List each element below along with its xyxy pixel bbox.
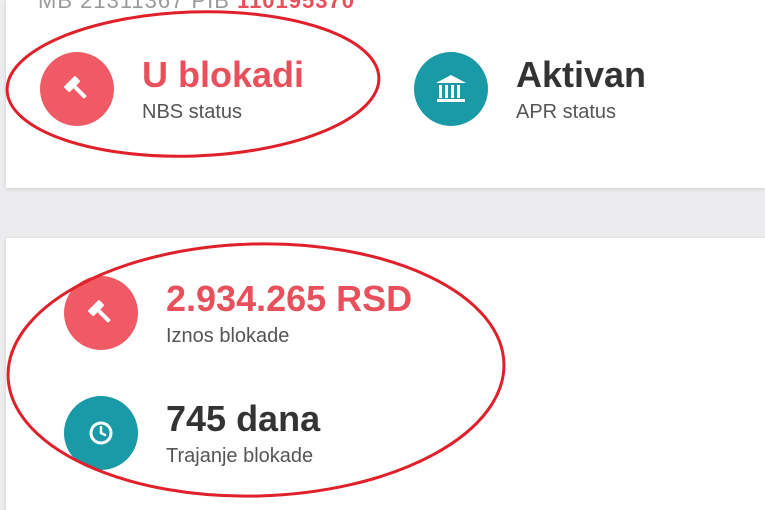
gavel-icon bbox=[40, 52, 114, 126]
tax-id: 110195370 bbox=[237, 0, 355, 13]
apr-status: Aktivan APR status bbox=[414, 52, 646, 126]
blockade-duration: 745 dana Trajanje blokade bbox=[64, 396, 320, 470]
blockade-amount-value: 2.934.265 RSD bbox=[166, 277, 413, 319]
apr-status-label: APR status bbox=[516, 100, 617, 123]
company-status-card: MB 21311367 PIB 110195370 U blokadi NBS … bbox=[6, 0, 765, 188]
nbs-status-value: U blokadi bbox=[142, 53, 305, 95]
clock-icon bbox=[64, 396, 138, 470]
blockade-duration-label: Trajanje blokade bbox=[166, 444, 314, 467]
blockade-amount: 2.934.265 RSD Iznos blokade bbox=[64, 276, 412, 350]
nbs-status: U blokadi NBS status bbox=[40, 52, 304, 126]
gavel-icon bbox=[64, 276, 138, 350]
bank-icon bbox=[414, 52, 488, 126]
nbs-status-label: NBS status bbox=[142, 100, 243, 123]
blockade-details-card: 2.934.265 RSD Iznos blokade 745 dana Tra… bbox=[6, 238, 765, 510]
blockade-duration-value: 745 dana bbox=[166, 397, 321, 439]
registration-numbers: MB 21311367 PIB bbox=[38, 0, 238, 13]
blockade-amount-label: Iznos blokade bbox=[166, 324, 290, 347]
registration-line: MB 21311367 PIB 110195370 bbox=[38, 0, 355, 14]
apr-status-value: Aktivan bbox=[516, 53, 647, 95]
